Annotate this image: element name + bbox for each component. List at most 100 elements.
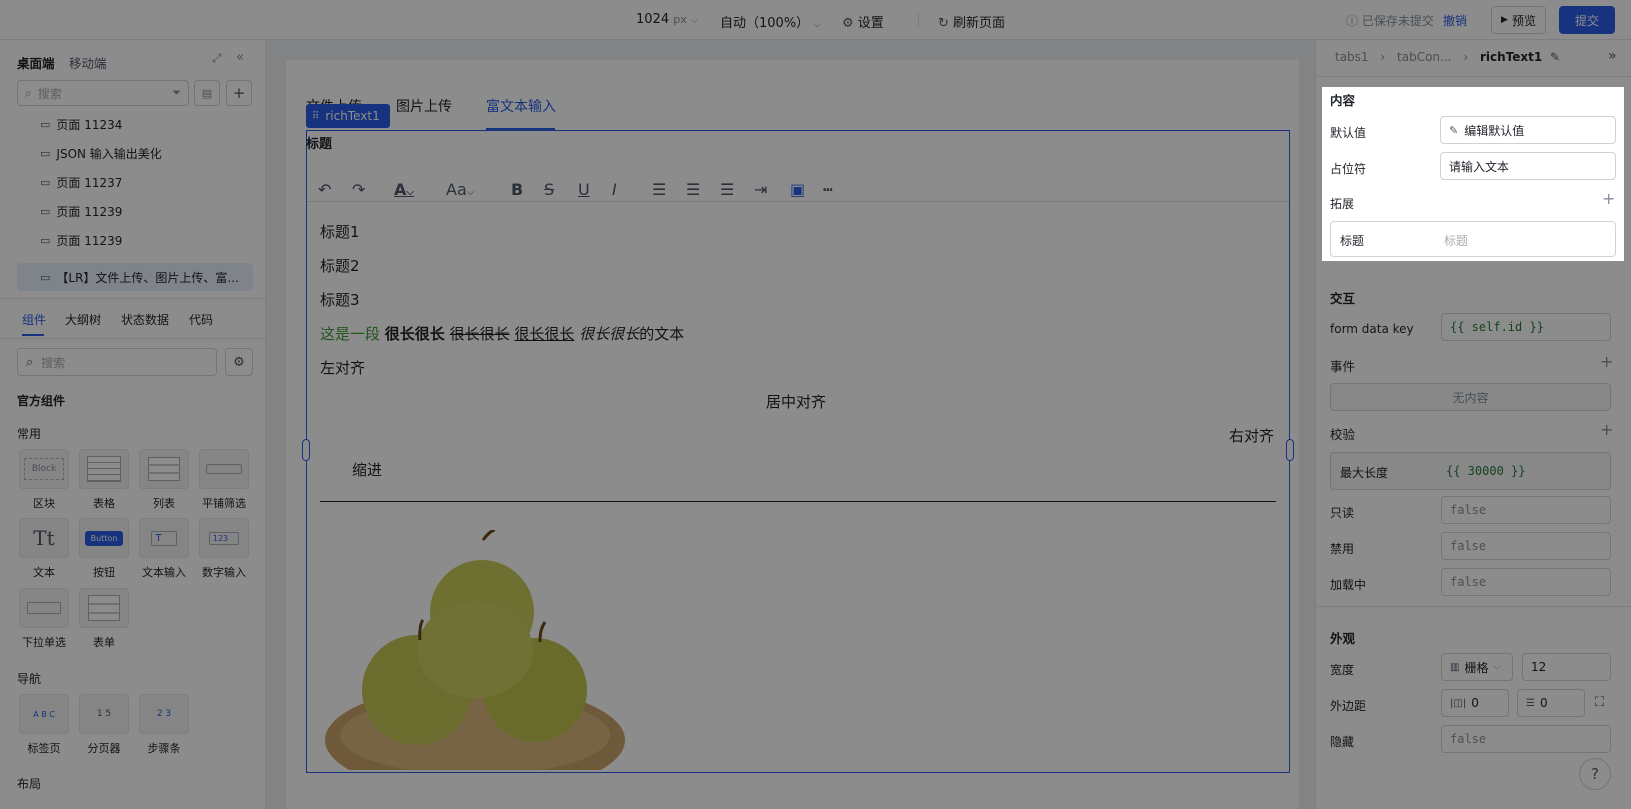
tab-rich-text[interactable]: 富文本输入	[486, 96, 556, 116]
font-color-icon[interactable]: A⌵	[394, 180, 414, 199]
component-list[interactable]: 列表	[139, 449, 189, 511]
underline-icon[interactable]: U	[578, 180, 590, 199]
component-tile-filter[interactable]: 平铺筛选	[199, 449, 249, 511]
component-label: 文本	[33, 566, 55, 579]
preview-button[interactable]: ▶ 预览	[1491, 6, 1546, 34]
page-item[interactable]: ▭ 页面 11239	[40, 203, 122, 220]
tab-code[interactable]: 代码	[189, 311, 213, 328]
add-page-icon[interactable]: +	[226, 80, 252, 106]
tab-image-upload[interactable]: 图片上传	[396, 96, 452, 116]
editor-heading-2[interactable]: 标题2	[320, 255, 360, 276]
component-text[interactable]: Tt 文本	[19, 518, 69, 580]
width-value-input[interactable]: 12	[1522, 653, 1611, 681]
filter-icon[interactable]: ⏷	[172, 86, 181, 100]
readonly-input[interactable]: false	[1441, 496, 1611, 524]
add-event-icon[interactable]: +	[1600, 352, 1613, 371]
component-text-input[interactable]: T 文本输入	[139, 518, 189, 580]
form-data-key-input[interactable]: {{ self.id }}	[1441, 313, 1611, 341]
edit-icon[interactable]: ✎	[1550, 50, 1560, 64]
disabled-input[interactable]: false	[1441, 532, 1611, 560]
margin-horizontal-input[interactable]: |◫| 0	[1441, 689, 1509, 717]
editor-center-aligned[interactable]: 居中对齐	[766, 391, 826, 412]
zoom-select[interactable]: 自动（100%） ⌵	[720, 12, 821, 31]
collapse-icon[interactable]: «	[236, 50, 244, 65]
component-settings-icon[interactable]: ⚙	[225, 348, 253, 376]
editor-right-aligned[interactable]: 右对齐	[1229, 425, 1274, 446]
tab-components[interactable]: 组件	[22, 311, 46, 328]
component-steps[interactable]: 2 3 步骤条	[139, 694, 189, 756]
expand-icon[interactable]: ⤢	[212, 51, 222, 66]
page-item-active[interactable]: ▭ 【LR】文件上传、图片上传、富...	[40, 269, 239, 286]
page-manage-icon[interactable]: ▤	[194, 80, 220, 106]
tab-state-data[interactable]: 状态数据	[121, 311, 169, 328]
submit-button[interactable]: 提交	[1559, 6, 1615, 34]
component-tabs[interactable]: A B C 标签页	[19, 694, 69, 756]
page-item[interactable]: ▭ JSON 输入输出美化	[40, 145, 162, 162]
component-number-input[interactable]: 123 数字输入	[199, 518, 249, 580]
collapse-panel-icon[interactable]: »	[1608, 48, 1617, 64]
component-label: 表格	[93, 497, 115, 510]
placeholder-input[interactable]: 请输入文本	[1440, 152, 1616, 180]
resize-handle-right[interactable]	[1286, 439, 1294, 461]
breadcrumb-item[interactable]: tabs1	[1335, 50, 1369, 64]
align-left-icon[interactable]: ☰	[652, 180, 666, 199]
extend-title-input[interactable]: 标题	[1444, 232, 1468, 249]
add-validation-icon[interactable]: +	[1600, 420, 1613, 439]
add-extend-icon[interactable]: +	[1602, 189, 1615, 208]
width-unit: px	[673, 13, 687, 26]
breadcrumb-item[interactable]: tabCon...	[1397, 50, 1451, 64]
component-table[interactable]: 表格	[79, 449, 129, 511]
page-item[interactable]: ▭ 页面 11234	[40, 116, 122, 133]
redo-icon[interactable]: ↷	[352, 180, 365, 199]
component-button[interactable]: Button 按钮	[79, 518, 129, 580]
component-form[interactable]: 表单	[79, 588, 129, 650]
canvas-width-select[interactable]: 1024 px ⌵	[636, 12, 698, 27]
undo-icon[interactable]: ↶	[318, 180, 331, 199]
indent-icon[interactable]: ⇥	[754, 180, 767, 199]
editor-indented[interactable]: 缩进	[352, 459, 382, 480]
italic-icon[interactable]: I	[612, 180, 617, 199]
tab-desktop[interactable]: 桌面端	[17, 53, 55, 72]
align-center-icon[interactable]: ☰	[686, 180, 700, 199]
tab-mobile[interactable]: 移动端	[69, 53, 107, 72]
readonly-value: false	[1450, 503, 1487, 517]
default-value-label: 默认值	[1330, 126, 1367, 140]
component-search-input[interactable]: ⌕ 搜索	[17, 348, 217, 376]
image-icon[interactable]: ▣	[790, 180, 805, 199]
divider-icon[interactable]: ┅	[823, 180, 833, 199]
width-mode-select[interactable]: ▥ 栅格 ⌵	[1441, 653, 1513, 681]
selected-component-tag[interactable]: ⠿ richText1	[306, 104, 390, 128]
page-item[interactable]: ▭ 页面 11239	[40, 232, 122, 249]
help-icon[interactable]: ?	[1579, 758, 1611, 790]
editor-mixed-paragraph[interactable]: 这是一段 很长很长 很长很长 很长很长 很长很长的文本	[320, 323, 684, 344]
hidden-input[interactable]: false	[1441, 725, 1611, 753]
component-pagination[interactable]: 1 5 分页器	[79, 694, 129, 756]
refresh-page-button[interactable]: ↻ 刷新页面	[938, 12, 1005, 31]
page-item[interactable]: ▭ 页面 11237	[40, 174, 122, 191]
align-right-icon[interactable]: ☰	[720, 180, 734, 199]
margin-horizontal-value: 0	[1471, 696, 1479, 710]
edit-default-value-button[interactable]: ✎ 编辑默认值	[1440, 116, 1616, 144]
page-search-input[interactable]: ⌕ 搜索 ⏷	[17, 80, 189, 106]
component-block[interactable]: Block 区块	[19, 449, 69, 511]
editor-heading-3[interactable]: 标题3	[320, 289, 360, 310]
editor-heading-1[interactable]: 标题1	[320, 221, 360, 242]
underline-text: 很长很长	[514, 325, 575, 343]
monitor-icon: ▭	[40, 147, 51, 160]
tab-outline-tree[interactable]: 大纲树	[65, 311, 101, 328]
undo-link[interactable]: 撤销	[1443, 12, 1467, 29]
font-size-icon[interactable]: Aa⌵	[446, 180, 474, 199]
monitor-icon: ▭	[40, 234, 51, 247]
editor-left-aligned[interactable]: 左对齐	[320, 357, 365, 378]
resize-handle-left[interactable]	[302, 439, 310, 461]
loading-input[interactable]: false	[1441, 568, 1611, 596]
readonly-label: 只读	[1330, 506, 1355, 520]
thumb-label: 123	[208, 531, 240, 545]
strikethrough-icon[interactable]: S	[544, 180, 554, 199]
margin-link-icon[interactable]: ⛶	[1595, 695, 1604, 710]
preview-label: 预览	[1511, 13, 1536, 28]
bold-icon[interactable]: B	[511, 180, 523, 199]
settings-button[interactable]: ⚙ 设置	[842, 12, 884, 31]
margin-vertical-input[interactable]: ☰ 0	[1517, 689, 1585, 717]
component-select[interactable]: 下拉单选	[19, 588, 69, 650]
